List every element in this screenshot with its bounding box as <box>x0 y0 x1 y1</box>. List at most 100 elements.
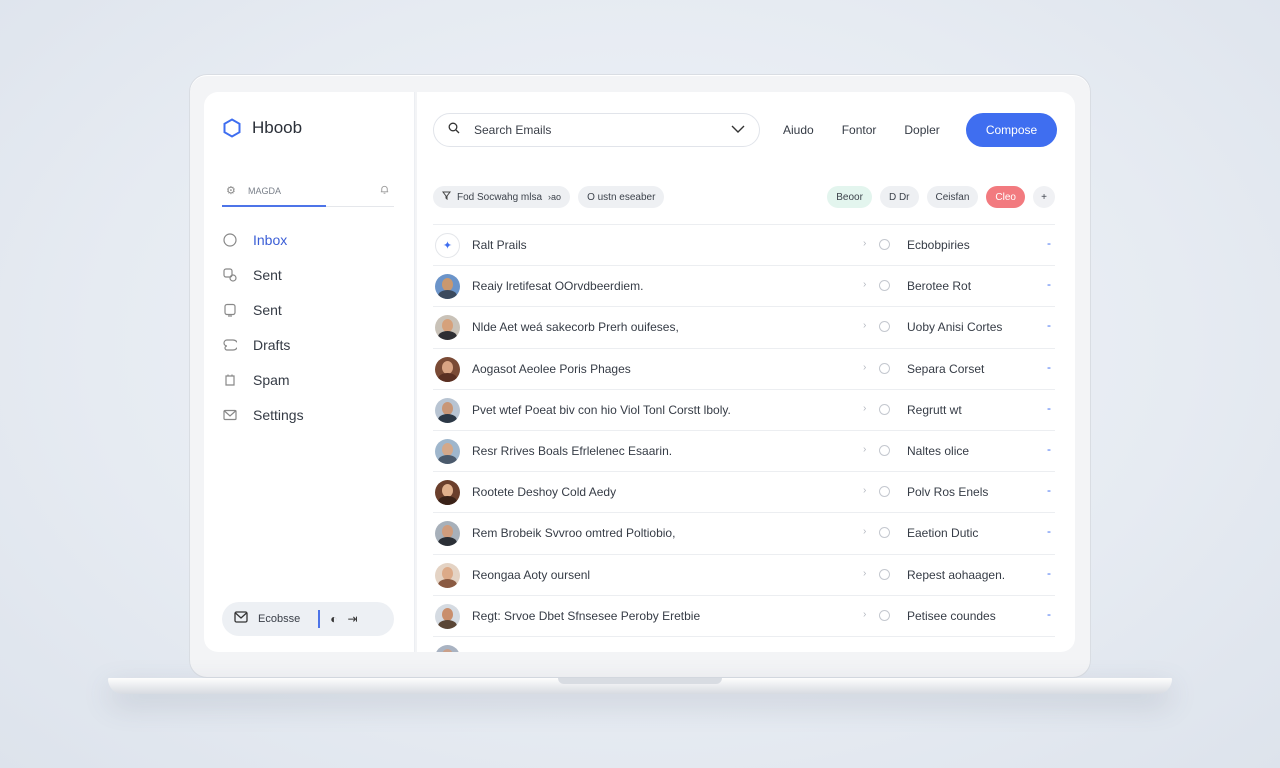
email-sender: Petisee coundes <box>907 608 996 623</box>
status-dot[interactable] <box>879 568 890 580</box>
header-link-dopler[interactable]: Dopler <box>904 123 939 137</box>
circle-icon <box>222 232 237 247</box>
header-links: Aiudo Fontor Dopler <box>783 123 940 137</box>
email-list: ✦ Ralt Prails › Ecbobpiries - Reaiy lret… <box>433 224 1055 652</box>
avatar <box>435 356 460 382</box>
email-sender: Uoby Anisi Cortes <box>907 320 1003 335</box>
table-row[interactable]: Nlde Aet weá sakecorb Prerh ouifeses, › … <box>433 306 1055 347</box>
table-row[interactable]: Resr Rrives Boals Efrlelenec Esaarin. › … <box>433 429 1055 471</box>
sidebar-item-label: Inbox <box>253 231 288 248</box>
email-subject: Pvet wtef Poeat biv con hio Viol Tonl Co… <box>472 402 731 417</box>
bell-icon[interactable] <box>379 184 390 198</box>
status-dot[interactable] <box>879 239 890 250</box>
email-sender: Eaetion Dutic <box>907 526 979 541</box>
square-icon <box>222 302 237 317</box>
table-row[interactable]: ✦ Ralt Prails › Ecbobpiries - <box>433 224 1055 265</box>
account-switcher[interactable]: Ecobsse ◐ ⇥ <box>222 602 394 636</box>
sidebar-tab-label[interactable]: MAGDA <box>248 186 281 196</box>
dash-icon: - <box>1047 359 1051 374</box>
avatar <box>435 274 460 300</box>
table-row-partial[interactable] <box>433 635 1055 652</box>
avatar <box>435 397 460 423</box>
status-dot[interactable] <box>879 403 890 415</box>
table-row[interactable]: Pvet wtef Poeat biv con hio Viol Tonl Co… <box>433 388 1055 430</box>
filter-chip-arrow: ›ao <box>548 192 562 202</box>
add-filter-button[interactable]: + <box>1033 186 1055 208</box>
sidebar-item-sent[interactable]: Sent <box>222 257 402 292</box>
collapse-icon[interactable]: ⇥ <box>347 612 357 626</box>
table-row[interactable]: Rootete Deshoy Cold Aedy › Polv Ros Enel… <box>433 471 1055 512</box>
status-dot[interactable] <box>879 362 890 374</box>
mail-icon <box>234 610 248 628</box>
gear-icon[interactable]: ⚙ <box>226 184 236 197</box>
sidebar-item-label: Sent <box>253 266 282 283</box>
dash-icon: - <box>1047 524 1051 539</box>
chevron-down-icon[interactable] <box>731 124 745 137</box>
filter-chips: Fod Socwahg mlsa ›ao O ustn eseaber <box>433 186 665 208</box>
chevron-right-icon: › <box>863 402 867 414</box>
status-dot[interactable] <box>879 280 890 292</box>
avatar <box>435 480 460 506</box>
dash-icon: - <box>1047 236 1051 250</box>
email-subject: Rem Brobeik Svvroo omtred Poltiobio, <box>472 526 676 541</box>
search-icon <box>448 121 460 139</box>
dash-icon: - <box>1047 277 1051 292</box>
compose-button[interactable]: Compose <box>966 113 1057 147</box>
chevron-right-icon: › <box>863 238 867 249</box>
avatar <box>435 603 460 629</box>
table-row[interactable]: Reaiy lretifesat OOrvdbeerdiem. › Berote… <box>433 265 1055 306</box>
logo[interactable]: Hboob <box>222 118 302 138</box>
status-chip-red[interactable]: Cleo <box>986 186 1025 208</box>
status-chips: Beoor D Dr Ceisfan Cleo + <box>827 186 1055 208</box>
status-dot[interactable] <box>879 609 890 621</box>
search-input[interactable] <box>474 123 717 137</box>
sidebar-item-spam[interactable]: Spam <box>222 362 402 397</box>
table-row[interactable]: Rem Brobeik Svvroo omtred Poltiobio, › E… <box>433 512 1055 553</box>
sidebar-item-drafts[interactable]: Drafts <box>222 327 402 362</box>
status-dot[interactable] <box>879 444 890 456</box>
sidebar: Hboob ⚙ MAGDA Inbox Sent Sent Drafts Spa… <box>204 92 415 652</box>
table-row[interactable]: Regt: Srvoe Dbet Sfnsesee Peroby Eretbie… <box>433 594 1055 636</box>
email-subject: Regt: Srvoe Dbet Sfnsesee Peroby Eretbie <box>472 608 701 623</box>
chevron-right-icon: › <box>863 443 867 455</box>
status-chip-light[interactable]: Ceisfan <box>926 186 979 208</box>
avatar <box>435 438 460 464</box>
dash-icon: - <box>1047 400 1051 415</box>
table-row[interactable]: Aogasot Aeolee Poris Phages › Separa Cor… <box>433 347 1055 389</box>
avatar <box>435 562 460 588</box>
table-row[interactable]: Reongaa Aoty oursenl › Repest aohaagen. … <box>433 553 1055 595</box>
filter-chip-label: O ustn eseaber <box>587 191 656 203</box>
status-chip-gray[interactable]: D Dr <box>879 186 919 208</box>
pin-icon[interactable]: ✦ <box>435 233 460 258</box>
status-dot[interactable] <box>879 527 890 539</box>
avatar <box>435 644 460 652</box>
chevron-right-icon: › <box>863 279 867 291</box>
account-label: Ecobsse <box>258 613 301 625</box>
toggle-icon[interactable]: ◐ <box>330 612 337 626</box>
email-sender: Berotee Rot <box>907 279 972 294</box>
laptop-notch <box>558 678 722 684</box>
email-subject: Rootete Deshoy Cold Aedy <box>472 485 617 500</box>
email-subject: Ralt Prails <box>472 238 527 252</box>
sidebar-item-label: Spam <box>253 371 290 388</box>
sidebar-item-settings[interactable]: Settings <box>222 397 402 432</box>
header-link-fontor[interactable]: Fontor <box>842 123 877 137</box>
status-dot[interactable] <box>879 321 890 333</box>
filter-chip-2[interactable]: O ustn eseaber <box>578 186 665 208</box>
dash-icon: - <box>1047 606 1051 621</box>
header-link-aiudo[interactable]: Aiudo <box>783 123 814 137</box>
email-sender: Ecbobpiries <box>907 238 970 252</box>
status-dot[interactable] <box>879 486 890 498</box>
search-bar[interactable] <box>433 113 760 147</box>
avatar <box>435 521 460 547</box>
envelope-icon <box>222 407 237 422</box>
sidebar-item-inbox[interactable]: Inbox <box>222 222 402 257</box>
filter-chip-1[interactable]: Fod Socwahg mlsa ›ao <box>433 186 571 208</box>
status-chip-green[interactable]: Beoor <box>827 186 872 208</box>
app-name: Hboob <box>252 118 303 137</box>
sidebar-item-sent-2[interactable]: Sent <box>222 292 402 327</box>
email-sender: Polv Ros Enels <box>907 485 989 500</box>
email-sender: Regrutt wt <box>907 402 962 417</box>
email-sender: Separa Corset <box>907 361 985 376</box>
hexagon-logo-icon <box>222 118 242 138</box>
